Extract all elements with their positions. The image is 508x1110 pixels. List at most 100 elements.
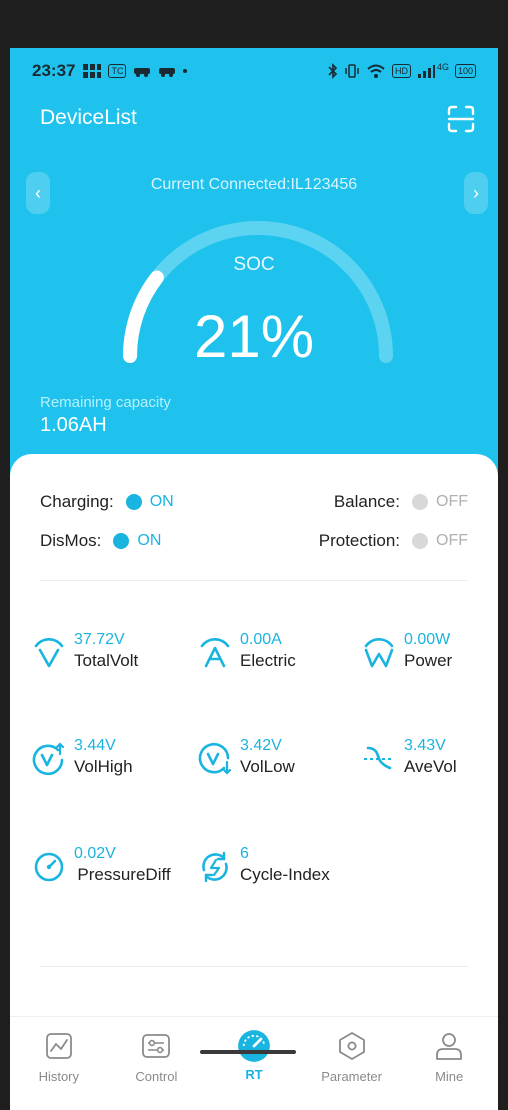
metric-value: 37.72V — [74, 631, 125, 648]
system-icons: HD 4G 100 — [328, 62, 476, 79]
tab-label: RT — [245, 1067, 263, 1082]
total-volt-icon — [34, 638, 64, 668]
metric-name: VolLow — [240, 757, 295, 776]
status-time: 23:37 — [32, 61, 76, 80]
soc-value: 21% — [193, 303, 315, 370]
average-voltage-icon — [364, 746, 394, 770]
home-indicator[interactable] — [200, 1050, 296, 1054]
balance-label: Balance: — [333, 492, 400, 511]
protection-state: OFF — [436, 532, 468, 549]
metric-name: Power — [404, 651, 453, 670]
metric-value: 0.00A — [240, 631, 282, 648]
metric-value: 3.44V — [74, 737, 116, 754]
signal-icon — [417, 65, 435, 78]
protection-indicator — [412, 533, 428, 549]
device-frame-right — [498, 0, 508, 1110]
device-frame-left — [0, 0, 10, 1110]
voltage-low-icon — [198, 742, 232, 775]
connection-status: Current Connected:IL123456 — [150, 176, 358, 193]
metric-vol-high: 3.44V VolHigh — [32, 736, 182, 778]
metric-name: PressureDiff — [77, 865, 171, 884]
hd-badge: HD — [391, 64, 411, 78]
battery-indicator: 100 — [454, 64, 476, 78]
tab-history[interactable]: History — [10, 1017, 108, 1110]
metric-vol-low: 3.42V VolLow — [198, 736, 348, 778]
tab-rt[interactable]: RT — [205, 1017, 303, 1110]
metric-value: 3.43V — [404, 737, 446, 754]
tab-label: Mine — [435, 1069, 464, 1084]
tab-label: History — [38, 1069, 80, 1084]
device-list-link[interactable]: DeviceList — [40, 106, 137, 130]
notification-icons: TC — [83, 64, 188, 78]
device-frame-top — [0, 0, 508, 48]
network-type: 4G — [436, 62, 449, 72]
cycle-icon — [202, 851, 228, 883]
divider — [40, 966, 468, 967]
control-sliders-icon — [142, 1034, 171, 1058]
metric-value: 6 — [240, 845, 249, 862]
metric-name: AveVol — [404, 757, 457, 776]
current-icon — [200, 638, 230, 668]
next-device-button[interactable]: › — [464, 172, 488, 214]
charging-status[interactable]: Charging: ON — [40, 492, 174, 512]
history-chart-icon — [45, 1033, 72, 1059]
more-notifications-dot — [183, 69, 188, 73]
power-icon — [364, 638, 394, 668]
divider — [40, 580, 468, 581]
toggle-row-1: Charging: ON Balance: OFF — [40, 492, 468, 512]
tab-parameter[interactable]: Parameter — [303, 1017, 401, 1110]
balance-indicator — [412, 494, 428, 510]
metric-value: 0.00W — [404, 631, 451, 648]
car-icon — [134, 68, 151, 77]
bottom-tab-bar: History Control RT Parameter Mine — [10, 1016, 498, 1110]
tab-control[interactable]: Control — [108, 1017, 206, 1110]
soc-label: SOC — [233, 254, 275, 275]
metric-power: 0.00W Power — [362, 630, 498, 672]
metric-pressure-diff: 0.02V PressureDiff — [32, 844, 182, 886]
dismos-status[interactable]: DisMos: ON — [40, 531, 161, 551]
status-bar: 23:37 TC HD 4G 100 — [10, 48, 498, 94]
metric-ave-vol: 3.43V AveVol — [362, 736, 498, 778]
pressure-diff-icon — [34, 852, 64, 882]
metric-electric: 0.00A Electric — [198, 630, 348, 672]
metric-name: VolHigh — [74, 757, 133, 776]
toggle-row-2: DisMos: ON Protection: OFF — [40, 531, 468, 551]
protection-label: Protection: — [318, 531, 400, 550]
vibrate-icon — [345, 64, 359, 78]
metric-total-volt: 37.72V TotalVolt — [32, 630, 182, 672]
metric-cycle-index: 6 Cycle-Index — [198, 844, 348, 886]
parameter-hexagon-icon — [338, 1032, 365, 1060]
user-profile-icon — [436, 1033, 463, 1060]
tab-label: Parameter — [321, 1069, 382, 1084]
metric-name: Electric — [240, 651, 296, 670]
app-grid-icon — [83, 64, 102, 78]
bluetooth-icon — [328, 63, 338, 79]
remaining-capacity-value: 1.06AH — [40, 414, 107, 436]
tc-app-icon: TC — [108, 64, 127, 78]
dismos-indicator — [113, 533, 130, 549]
tab-mine[interactable]: Mine — [400, 1017, 498, 1110]
scan-icon[interactable] — [446, 104, 476, 134]
metric-value: 3.42V — [240, 737, 282, 754]
dismos-label: DisMos: — [40, 531, 102, 550]
remaining-capacity-label: Remaining capacity — [40, 394, 171, 411]
charging-indicator — [125, 494, 142, 510]
chevron-right-icon: › — [473, 182, 479, 203]
realtime-gauge-icon — [238, 1030, 270, 1062]
tab-label: Control — [135, 1069, 178, 1084]
hero-panel: 23:37 TC HD 4G 100 DeviceList ‹ Current … — [10, 48, 498, 488]
metric-name: TotalVolt — [74, 651, 139, 670]
dismos-state: ON — [137, 532, 162, 549]
metric-value: 0.02V — [74, 845, 116, 862]
wifi-icon — [367, 64, 385, 78]
protection-status[interactable]: Protection: OFF — [319, 531, 468, 551]
car-icon-2 — [159, 68, 176, 77]
status-card: Charging: ON Balance: OFF DisMos: ON Pro… — [10, 454, 498, 1110]
app-screen: 23:37 TC HD 4G 100 DeviceList ‹ Current … — [10, 48, 498, 1110]
charging-state: ON — [149, 493, 174, 510]
charging-label: Charging: — [40, 492, 114, 511]
voltage-high-icon — [32, 742, 65, 776]
balance-status[interactable]: Balance: OFF — [334, 492, 468, 512]
balance-state: OFF — [436, 493, 468, 510]
metric-name: Cycle-Index — [240, 865, 330, 884]
